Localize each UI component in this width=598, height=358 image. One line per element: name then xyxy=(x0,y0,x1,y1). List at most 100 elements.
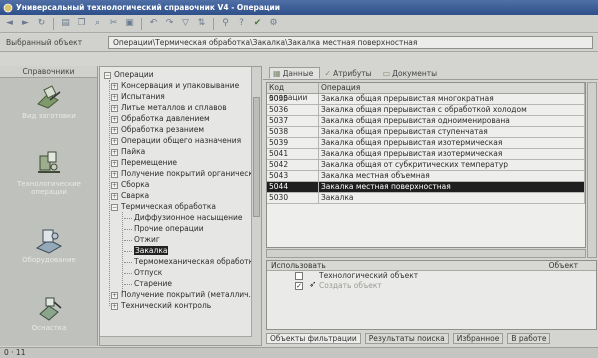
expand-icon[interactable]: + xyxy=(111,302,118,310)
tab-documents[interactable]: ▭ Документы xyxy=(379,67,444,79)
equipment-icon xyxy=(35,229,63,254)
nav-item-operations[interactable]: Технологические операции xyxy=(0,148,98,196)
tab-attributes[interactable]: ✓ Атрибуты xyxy=(320,67,378,79)
table-row[interactable]: 5041 Закалка общая прерывистая изотермиче… xyxy=(267,149,585,160)
tree-node[interactable]: Диффузионное насыщение xyxy=(100,212,252,223)
link-icon[interactable]: ⚲ xyxy=(219,17,232,30)
blank-type-icon xyxy=(37,85,61,109)
nav-item-tooling[interactable]: Оснастка xyxy=(0,294,98,332)
nav-item-equipment[interactable]: Оборудование xyxy=(0,226,98,264)
forward-icon[interactable]: ► xyxy=(19,17,32,30)
cell-code: 5042 xyxy=(267,160,319,170)
usage-row[interactable]: ✓ ➶ Создать объект xyxy=(267,280,596,291)
expand-icon[interactable]: + xyxy=(111,148,118,156)
usage-header-right: Объект xyxy=(548,261,578,270)
tab-favorites[interactable]: Избранное xyxy=(452,332,504,344)
expand-icon[interactable]: + xyxy=(111,170,118,178)
expand-icon[interactable]: + xyxy=(111,82,118,90)
tree-node[interactable]: + Сборка xyxy=(100,179,252,190)
tree-node-label: Получение покрытий органических xyxy=(121,169,262,178)
table-horizontal-scrollbar[interactable] xyxy=(266,249,586,258)
operations-table: Код операции Операция 5035 Закалка общая … xyxy=(266,82,586,248)
usage-checkbox[interactable] xyxy=(295,272,303,280)
tree-node[interactable]: + Получение покрытий (металлич.) xyxy=(100,289,254,300)
expand-icon[interactable]: + xyxy=(111,192,118,200)
expand-icon[interactable]: + xyxy=(111,291,118,299)
column-header-operation[interactable]: Операция xyxy=(319,83,585,93)
table-row[interactable]: 5037 Закалка общая прерывистая одноименир… xyxy=(267,116,585,127)
filter-icon[interactable]: ▽ xyxy=(179,17,192,30)
copy-icon[interactable]: ❐ xyxy=(75,17,88,30)
tree-node[interactable]: Отжиг xyxy=(100,234,252,245)
cell-operation: Закалка общая прерывистая изотермическая xyxy=(319,149,585,159)
selected-object-path-field[interactable]: Операции\Термическая обработка\Закалка\З… xyxy=(108,36,593,49)
table-row[interactable]: 5039 Закалка общая прерывистая изотермиче… xyxy=(267,138,585,149)
expand-icon[interactable]: + xyxy=(111,137,118,145)
tree-node[interactable]: + Получение покрытий органических xyxy=(100,168,261,179)
tree-node[interactable]: + Операции общего назначения xyxy=(100,135,252,146)
tools-icon[interactable]: ⚙ xyxy=(267,17,280,30)
tooling-icon xyxy=(39,297,62,321)
tree-node[interactable]: Отпуск xyxy=(100,267,252,278)
reference-navigator-header: Справочники xyxy=(0,66,97,78)
sort-icon[interactable]: ⇅ xyxy=(195,17,208,30)
tree-node[interactable]: Закалка xyxy=(100,245,252,256)
collapse-icon[interactable]: − xyxy=(104,71,111,79)
table-row[interactable]: 5035 Закалка общая прерывистая многократн… xyxy=(267,94,585,105)
tree-node[interactable]: + Перемещение xyxy=(100,157,252,168)
tree-node[interactable]: + Испытания xyxy=(100,91,252,102)
table-row[interactable]: 5044 Закалка местная поверхностная xyxy=(267,182,585,193)
tree-horizontal-scrollbar[interactable] xyxy=(100,336,252,345)
tree-node[interactable]: + Технический контроль xyxy=(100,300,252,311)
table-row[interactable]: 5036 Закалка общая прерывистая с обработк… xyxy=(267,105,585,116)
refresh-icon[interactable]: ↻ xyxy=(35,17,48,30)
expand-icon[interactable]: + xyxy=(111,104,118,112)
tree-node[interactable]: + Обработка давлением xyxy=(100,113,252,124)
nav-item-caption: Оснастка xyxy=(31,324,67,332)
column-header-code[interactable]: Код операции xyxy=(267,83,319,102)
table-row[interactable]: 5030 Закалка xyxy=(267,193,585,204)
back-icon[interactable]: ◄ xyxy=(3,17,16,30)
collapse-icon[interactable]: − xyxy=(111,203,118,211)
tab-filter-objects[interactable]: Объекты фильтрации xyxy=(266,332,361,344)
tab-in-work[interactable]: В работе xyxy=(507,332,551,344)
undo-icon[interactable]: ↶ xyxy=(147,17,160,30)
scrollbar-thumb[interactable] xyxy=(253,97,260,217)
tree-node[interactable]: + Консервация и упаковывание xyxy=(100,80,252,91)
tree-node[interactable]: + Сварка xyxy=(100,190,252,201)
check-icon[interactable]: ✔ xyxy=(251,17,264,30)
cell-code: 5030 xyxy=(267,193,319,203)
tree-node[interactable]: − Операции xyxy=(100,69,252,80)
expand-icon[interactable]: + xyxy=(111,159,118,167)
table-row[interactable]: 5038 Закалка общая прерывистая ступенчата… xyxy=(267,127,585,138)
paste-icon[interactable]: ▣ xyxy=(123,17,136,30)
expand-icon[interactable]: + xyxy=(111,181,118,189)
expand-icon[interactable]: + xyxy=(111,115,118,123)
print-icon[interactable]: ▤ xyxy=(59,17,72,30)
expand-icon[interactable]: + xyxy=(111,126,118,134)
help-icon[interactable]: ? xyxy=(235,17,248,30)
tree-node-label: Закалка xyxy=(134,246,169,255)
expand-icon[interactable]: + xyxy=(111,93,118,101)
tab-data[interactable]: ▦ Данные xyxy=(269,67,321,79)
usage-checkbox[interactable]: ✓ xyxy=(295,282,303,290)
find-icon[interactable]: ⌕ xyxy=(91,17,104,30)
tree-node[interactable]: + Пайка xyxy=(100,146,252,157)
redo-icon[interactable]: ↷ xyxy=(163,17,176,30)
tree-vertical-scrollbar[interactable] xyxy=(251,67,261,345)
table-vertical-scrollbar[interactable] xyxy=(587,82,597,258)
status-bar: 0 · 11 xyxy=(0,347,598,358)
tree-node[interactable]: + Обработка резанием xyxy=(100,124,252,135)
tree-node[interactable]: Прочие операции xyxy=(100,223,252,234)
usage-header-left: Использовать xyxy=(271,261,326,270)
tab-search-results[interactable]: Результаты поиска xyxy=(364,332,449,344)
cut-icon[interactable]: ✂ xyxy=(107,17,120,30)
tree-node[interactable]: + Литье металлов и сплавов xyxy=(100,102,252,113)
title-bar[interactable]: Универсальный технологический справочник… xyxy=(0,0,598,15)
table-row[interactable]: 5042 Закалка общая от субкритических темп… xyxy=(267,160,585,171)
tree-node[interactable]: Термомеханическая обработка xyxy=(100,256,258,267)
table-row[interactable]: 5043 Закалка местная объемная xyxy=(267,171,585,182)
nav-item-blank-type[interactable]: Вид заготовки xyxy=(0,84,98,120)
tree-node[interactable]: Старение xyxy=(100,278,252,289)
tree-node[interactable]: − Термическая обработка xyxy=(100,201,252,212)
